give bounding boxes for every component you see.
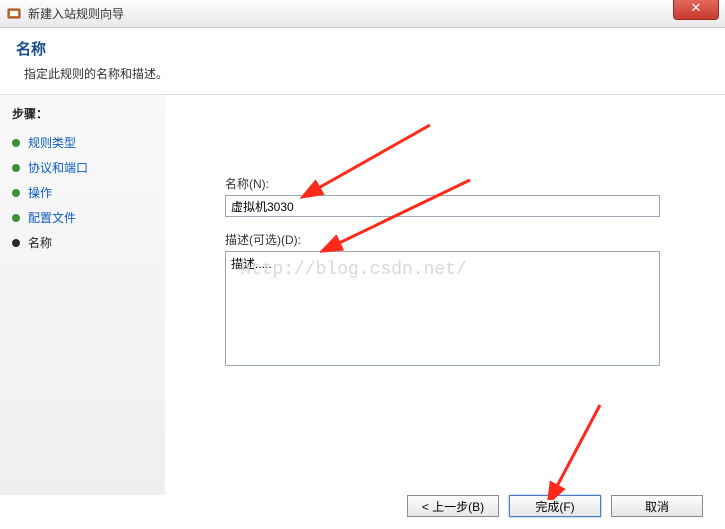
main-panel: 名称(N): 描述(可选)(D): [165, 95, 725, 495]
footer-buttons: < 上一步(B) 完成(F) 取消 [407, 495, 703, 517]
bullet-icon [12, 214, 20, 222]
finish-button[interactable]: 完成(F) [509, 495, 601, 517]
step-label: 规则类型 [28, 134, 76, 151]
close-button[interactable]: ✕ [673, 0, 719, 20]
titlebar: 新建入站规则向导 ✕ [0, 0, 725, 28]
step-profile[interactable]: 配置文件 [12, 209, 153, 226]
step-label: 操作 [28, 184, 52, 201]
bullet-icon [12, 164, 20, 172]
window-title: 新建入站规则向导 [28, 5, 124, 22]
page-subtitle: 指定此规则的名称和描述。 [24, 65, 709, 82]
step-rule-type[interactable]: 规则类型 [12, 134, 153, 151]
description-label: 描述(可选)(D): [225, 231, 685, 248]
cancel-button[interactable]: 取消 [611, 495, 703, 517]
name-input[interactable] [225, 195, 660, 217]
back-button[interactable]: < 上一步(B) [407, 495, 499, 517]
step-label: 配置文件 [28, 209, 76, 226]
step-label: 名称 [28, 234, 52, 251]
name-label: 名称(N): [225, 175, 685, 192]
steps-sidebar: 步骤： 规则类型 协议和端口 操作 配置文件 名称 [0, 95, 165, 495]
step-action[interactable]: 操作 [12, 184, 153, 201]
bullet-icon [12, 189, 20, 197]
wizard-header: 名称 指定此规则的名称和描述。 [0, 28, 725, 95]
steps-heading: 步骤： [12, 105, 153, 122]
app-icon [6, 6, 22, 22]
step-name[interactable]: 名称 [12, 234, 153, 251]
step-protocol-port[interactable]: 协议和端口 [12, 159, 153, 176]
bullet-icon [12, 239, 20, 247]
bullet-icon [12, 139, 20, 147]
step-label: 协议和端口 [28, 159, 88, 176]
description-input[interactable] [225, 251, 660, 366]
page-title: 名称 [16, 38, 709, 59]
